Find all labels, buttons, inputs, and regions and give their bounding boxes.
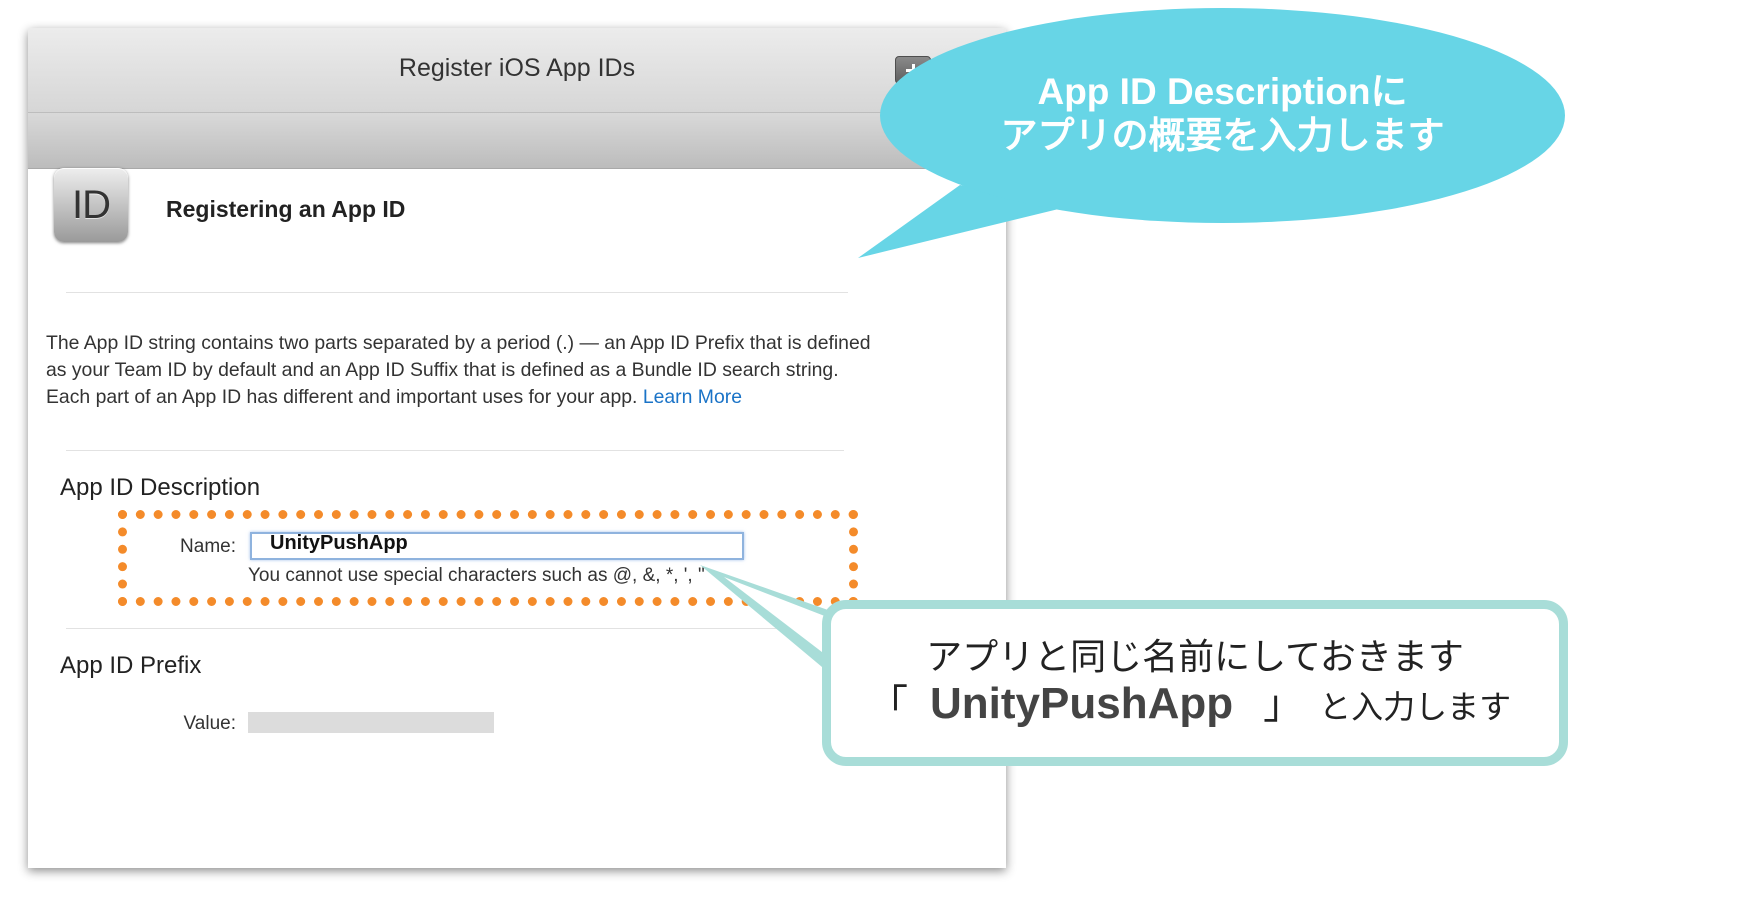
window-title: Register iOS App IDs: [398, 54, 636, 82]
name-label: Name:: [180, 536, 236, 557]
learn-more-link[interactable]: Learn More: [643, 386, 742, 408]
callout-close-bracket: 」: [1263, 683, 1304, 727]
callout-open-bracket: 「: [868, 683, 908, 727]
value-label: Value:: [183, 713, 236, 734]
speech-bubble-text: App ID Descriptionに アプリの概要を入力します: [880, 70, 1565, 158]
name-input-value: UnityPushApp: [270, 532, 408, 554]
intro-text: The App ID string contains two parts sep…: [46, 332, 871, 408]
title-bar: Register iOS App IDs: [28, 28, 1006, 113]
divider: [66, 450, 844, 451]
divider: [66, 292, 848, 293]
toolbar: [28, 113, 1006, 169]
divider: [66, 628, 826, 629]
section-title-prefix: App ID Prefix: [60, 652, 202, 679]
bubble-line-1: App ID Descriptionに: [1037, 71, 1408, 112]
name-hint: You cannot use special characters such a…: [248, 565, 705, 586]
app-id-icon: ID: [54, 168, 128, 242]
callout-app-name: UnityPushApp: [930, 679, 1234, 728]
callout-line-2: 「 UnityPushApp 」と入力します: [868, 672, 1558, 730]
callout-suffix: と入力します: [1319, 689, 1512, 725]
bubble-line-2: アプリの概要を入力します: [1000, 115, 1445, 156]
prefix-value-field: [248, 712, 494, 733]
section-title-description: App ID Description: [60, 474, 261, 501]
page-title: Registering an App ID: [166, 196, 406, 222]
intro-paragraph: The App ID string contains two parts sep…: [46, 330, 876, 411]
